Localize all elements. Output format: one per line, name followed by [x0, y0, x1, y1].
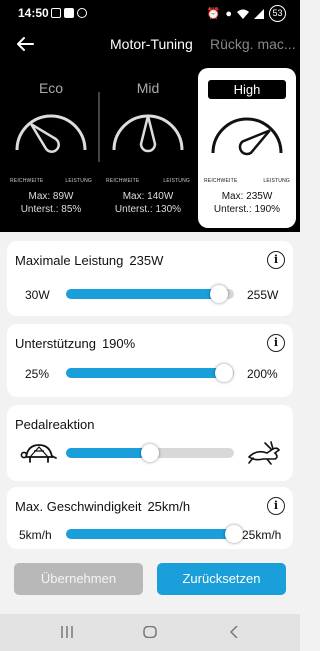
reset-button[interactable]: Zurücksetzen — [157, 563, 286, 595]
max-power-stat: Max: 89W — [28, 191, 74, 202]
slider-fill — [66, 529, 234, 539]
apply-button[interactable]: Übernehmen — [14, 563, 143, 595]
power-gauge-icon — [112, 114, 184, 153]
notification-icons — [51, 8, 87, 18]
slider-min-label: 30W — [25, 288, 50, 302]
pedal-reaction-slider[interactable] — [66, 444, 234, 462]
range-label: REICHWEITE — [106, 178, 140, 184]
max-power-card: Maximale Leistung 235W i 30W 255W — [7, 241, 293, 316]
card-title: Max. Geschwindigkeit 25km/h — [15, 499, 190, 514]
wifi-icon — [237, 9, 249, 19]
pedal-reaction-card: Pedalreaktion — [7, 405, 293, 481]
power-label: LEISTUNG — [263, 178, 290, 184]
app-header: Motor-Tuning Rückg. mac... — [0, 28, 300, 60]
back-icon[interactable] — [229, 626, 239, 638]
info-icon[interactable]: i — [267, 497, 285, 515]
card-title: Unterstützung 190% — [15, 336, 135, 351]
slider-fill — [66, 368, 224, 378]
mode-name: Mid — [136, 80, 160, 96]
max-power-stat: Max: 235W — [221, 191, 273, 202]
card-title: Maximale Leistung 235W — [15, 253, 163, 268]
mode-name: Eco — [38, 80, 64, 96]
power-gauge-icon — [15, 114, 87, 153]
range-label: REICHWEITE — [204, 178, 238, 184]
circle-icon — [77, 8, 87, 18]
card-value: 25km/h — [147, 499, 191, 514]
app-icon — [64, 8, 74, 18]
system-icons: ⏰ ● 53 — [207, 5, 286, 22]
navigation-bar — [0, 614, 300, 651]
mode-selector: Eco REICHWEITE LEISTUNG Max: 89W Unterst… — [0, 60, 300, 232]
power-label: LEISTUNG — [163, 178, 190, 184]
mode-mid[interactable]: Mid REICHWEITE LEISTUNG Max: 140W Unters… — [100, 68, 196, 228]
status-time: 14:50 — [18, 6, 49, 20]
max-speed-slider[interactable] — [66, 525, 243, 543]
support-slider[interactable] — [66, 364, 234, 382]
card-value: 190% — [101, 336, 136, 351]
max-power-slider[interactable] — [66, 285, 234, 303]
max-speed-card: Max. Geschwindigkeit 25km/h i 5km/h 25km/… — [7, 487, 293, 549]
rabbit-icon — [247, 441, 281, 465]
slider-thumb[interactable] — [209, 285, 228, 303]
slider-thumb[interactable] — [141, 444, 159, 462]
slider-max-label: 200% — [247, 367, 278, 381]
power-gauge-icon — [211, 117, 283, 156]
tab-motor-tuning[interactable]: Motor-Tuning — [110, 36, 193, 52]
info-icon[interactable]: i — [267, 334, 285, 352]
card-title-label: Unterstützung — [15, 336, 96, 351]
home-icon[interactable] — [143, 626, 157, 638]
max-power-stat: Max: 140W — [122, 191, 174, 202]
battery-icon: 53 — [269, 5, 286, 22]
support-card: Unterstützung 190% i 25% 200% — [7, 324, 293, 397]
gallery-icon — [51, 8, 61, 18]
alarm-icon: ⏰ — [206, 8, 221, 20]
signal-icon — [254, 8, 264, 19]
recent-apps-icon[interactable] — [60, 626, 74, 638]
slider-max-label: 255W — [247, 288, 279, 302]
slider-fill — [66, 289, 219, 299]
slider-thumb[interactable] — [225, 525, 243, 543]
location-icon: ● — [225, 7, 232, 20]
power-label: LEISTUNG — [65, 178, 92, 184]
support-stat: Unterst.: 85% — [20, 204, 82, 215]
card-title: Pedalreaktion — [15, 417, 95, 432]
mode-name: High — [208, 80, 286, 99]
support-stat: Unterst.: 130% — [114, 204, 182, 215]
slider-fill — [66, 448, 150, 458]
slider-min-label: 5km/h — [19, 528, 52, 542]
slider-min-label: 25% — [25, 367, 50, 381]
info-icon[interactable]: i — [267, 251, 285, 269]
back-arrow-icon[interactable] — [14, 33, 36, 55]
support-stat: Unterst.: 190% — [213, 204, 281, 215]
slider-max-label: 25km/h — [242, 528, 282, 542]
mode-high[interactable]: High REICHWEITE LEISTUNG Max: 235W Unter… — [198, 68, 296, 228]
card-value: 235W — [129, 253, 164, 268]
slider-thumb[interactable] — [214, 364, 233, 382]
mode-eco[interactable]: Eco REICHWEITE LEISTUNG Max: 89W Unterst… — [4, 68, 98, 228]
card-title-label: Max. Geschwindigkeit — [15, 499, 142, 514]
turtle-icon — [20, 444, 57, 463]
status-bar: 14:50 ⏰ ● 53 — [0, 0, 300, 28]
tab-next[interactable]: Rückg. mac... — [210, 36, 296, 52]
card-title-label: Maximale Leistung — [15, 253, 124, 268]
range-label: REICHWEITE — [10, 178, 44, 184]
